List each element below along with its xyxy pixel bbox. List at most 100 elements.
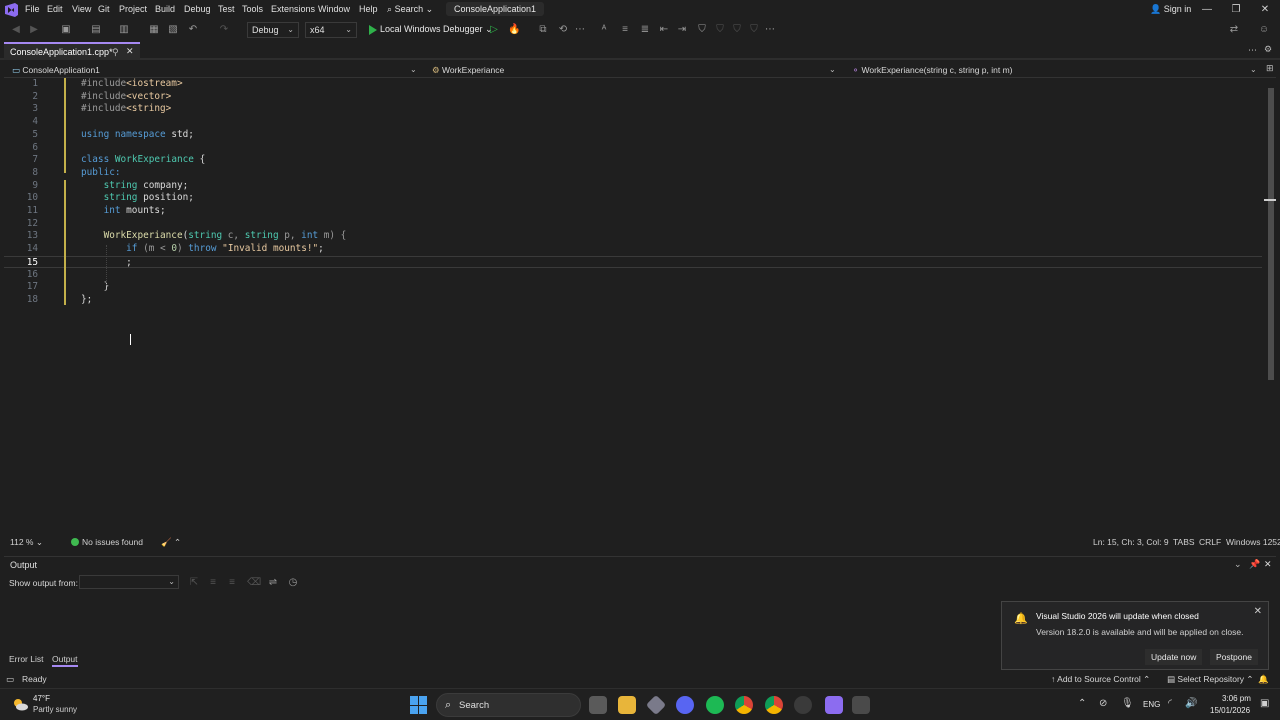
code-line[interactable]: 8 public: (4, 167, 1262, 180)
hot-reload-icon[interactable]: 🔥 (508, 24, 520, 36)
next-bookmark-icon[interactable]: ⛉ (731, 24, 743, 36)
timestamp-icon[interactable]: ◷ (287, 577, 299, 589)
menu-project[interactable]: Project (119, 4, 147, 14)
microphone-icon[interactable]: 🎙 (1121, 698, 1134, 709)
menu-debug[interactable]: Debug (184, 4, 211, 14)
member-select[interactable]: ⚬ WorkExperiance(string c, string p, int… (852, 62, 1012, 77)
clear-all-icon[interactable]: ⌫ (247, 577, 261, 589)
editor-vertical-scrollbar[interactable] (1264, 78, 1276, 533)
code-line[interactable]: 9 string company; (4, 180, 1262, 193)
close-tab-icon[interactable]: ✕ (126, 46, 134, 57)
menu-edit[interactable]: Edit (47, 4, 63, 14)
platform-select[interactable]: x64 ⌄ (305, 22, 357, 38)
code-line[interactable]: 15 ; (4, 255, 1262, 269)
show-hidden-icons-icon[interactable]: ⌃ (1078, 698, 1086, 709)
chevron-down-icon[interactable]: ⌄ (410, 65, 417, 74)
code-line[interactable]: 16 (4, 269, 1262, 282)
code-line[interactable]: 12 (4, 218, 1262, 231)
postpone-button[interactable]: Postpone (1210, 649, 1258, 665)
start-debugging-button[interactable]: Local Windows Debugger ⌄ (366, 22, 497, 38)
start-without-debugging-icon[interactable]: ▷ (488, 24, 500, 36)
output-window-icon[interactable]: ▭ (6, 674, 14, 685)
clear-bookmarks-icon[interactable]: ⛉ (748, 24, 760, 36)
discord-icon[interactable] (676, 696, 694, 714)
live-share-icon[interactable]: ⇄ (1228, 24, 1240, 36)
tab-error-list[interactable]: Error List (9, 654, 43, 664)
scope-select[interactable]: ⚙ WorkExperiance (432, 62, 504, 77)
split-editor-icon[interactable]: ⊞ (1266, 63, 1274, 74)
close-window-icon[interactable]: ✕ (1258, 3, 1272, 17)
input-language[interactable]: ENG (1143, 700, 1160, 709)
solution-name[interactable]: ConsoleApplication1 (446, 2, 545, 16)
cursor-position[interactable]: Ln: 15, Ch: 3, Col: 9 (1093, 537, 1169, 547)
feedback-icon[interactable]: ☺ (1258, 24, 1270, 36)
code-line[interactable]: 10 string position; (4, 192, 1262, 205)
configuration-select[interactable]: Debug ⌄ (247, 22, 299, 38)
toggle-word-wrap-icon[interactable]: ⇌ (267, 577, 279, 589)
code-line[interactable]: 11 int mounts; (4, 205, 1262, 218)
output-source-select[interactable]: ⌄ (79, 575, 179, 589)
chrome-icon[interactable] (735, 696, 753, 714)
more-icon[interactable]: ⋯ (574, 24, 586, 36)
sign-in-button[interactable]: 👤 Sign in (1150, 4, 1191, 15)
spotify-icon[interactable] (706, 696, 724, 714)
open-file-icon[interactable]: ▥ (118, 24, 130, 36)
code-line[interactable]: 14 if (m < 0) throw "Invalid mounts!"; (4, 243, 1262, 256)
menu-file[interactable]: File (25, 4, 40, 14)
git-app-icon[interactable] (645, 694, 667, 716)
notification-center-icon[interactable]: ▣ (1260, 698, 1269, 709)
pin-icon[interactable]: ⚲ (112, 47, 119, 58)
code-cleanup-icon[interactable]: 🧹 ⌃ (161, 537, 181, 548)
issues-indicator[interactable]: No issues found (71, 537, 143, 547)
tab-consoleapplication1-cpp[interactable]: ConsoleApplication1.cpp* ⚲ ✕ (4, 42, 140, 60)
menu-window[interactable]: Window (318, 4, 350, 14)
settings-icon[interactable]: ⚙ (1264, 44, 1272, 55)
tab-overflow-icon[interactable]: ⋯ (1248, 45, 1257, 56)
select-repository-button[interactable]: ▤ Select Repository ⌃ (1167, 674, 1254, 685)
chevron-down-icon[interactable]: ⌄ (1250, 65, 1257, 74)
minimize-icon[interactable]: — (1200, 3, 1214, 17)
chrome-profile-icon[interactable] (765, 696, 783, 714)
code-line[interactable]: 3 #include<string> (4, 103, 1262, 116)
find-message-icon[interactable]: ⇱ (188, 577, 200, 589)
menu-git[interactable]: Git (98, 4, 110, 14)
pin-icon[interactable]: 📌 (1249, 559, 1260, 570)
code-line[interactable]: 2 #include<vector> (4, 91, 1262, 104)
code-editor[interactable]: 1 #include<iostream> 2 #include<vector> 3 #in… (4, 78, 1266, 533)
menu-view[interactable]: View (72, 4, 91, 14)
scrollbar-thumb[interactable] (1268, 88, 1274, 380)
go-to-previous-icon[interactable]: ≡ (207, 577, 219, 589)
file-explorer-icon[interactable] (618, 696, 636, 714)
indent-mode[interactable]: TABS (1173, 537, 1195, 547)
settings-app-icon[interactable] (794, 696, 812, 714)
code-line[interactable]: 18}; (4, 294, 1262, 307)
tab-output[interactable]: Output (52, 654, 78, 667)
project-select[interactable]: ▭ ConsoleApplication1 (12, 62, 100, 77)
indent-icon[interactable]: ⇥ (676, 24, 688, 36)
prev-bookmark-icon[interactable]: ⛉ (714, 24, 726, 36)
forward-icon[interactable]: ▶ (28, 24, 40, 36)
wifi-icon[interactable]: ◜ (1168, 698, 1172, 709)
new-file-icon[interactable]: ▤ (90, 24, 102, 36)
code-line[interactable]: 1 #include<iostream> (4, 78, 1262, 91)
close-notification-icon[interactable]: ✕ (1254, 606, 1262, 617)
comment-icon[interactable]: ≡ (619, 24, 631, 36)
menu-tools[interactable]: Tools (242, 4, 263, 14)
go-to-next-icon[interactable]: ≡ (226, 577, 238, 589)
code-line[interactable]: 4 (4, 116, 1262, 129)
code-line[interactable]: 13 WorkExperiance(string c, string p, in… (4, 230, 1262, 243)
redo-icon[interactable]: ↷ (218, 24, 230, 36)
menu-test[interactable]: Test (218, 4, 235, 14)
line-ending[interactable]: CRLF (1199, 537, 1221, 547)
uncomment-icon[interactable]: ≣ (639, 24, 651, 36)
volume-icon[interactable]: 🔊 (1185, 698, 1197, 709)
update-now-button[interactable]: Update now (1145, 649, 1203, 665)
search-menu[interactable]: ⌕ Search ⌄ (387, 4, 433, 15)
menu-extensions[interactable]: Extensions (271, 4, 315, 14)
code-line[interactable]: 17 } (4, 281, 1262, 294)
undo-icon[interactable]: ↶ (187, 24, 199, 36)
chevron-down-icon[interactable]: ⌄ (1234, 559, 1242, 570)
notifications-icon[interactable]: 🔔 (1258, 674, 1269, 685)
add-to-source-control-button[interactable]: ↑ Add to Source Control ⌃ (1051, 674, 1150, 685)
network-off-icon[interactable]: ⊘ (1099, 698, 1107, 709)
